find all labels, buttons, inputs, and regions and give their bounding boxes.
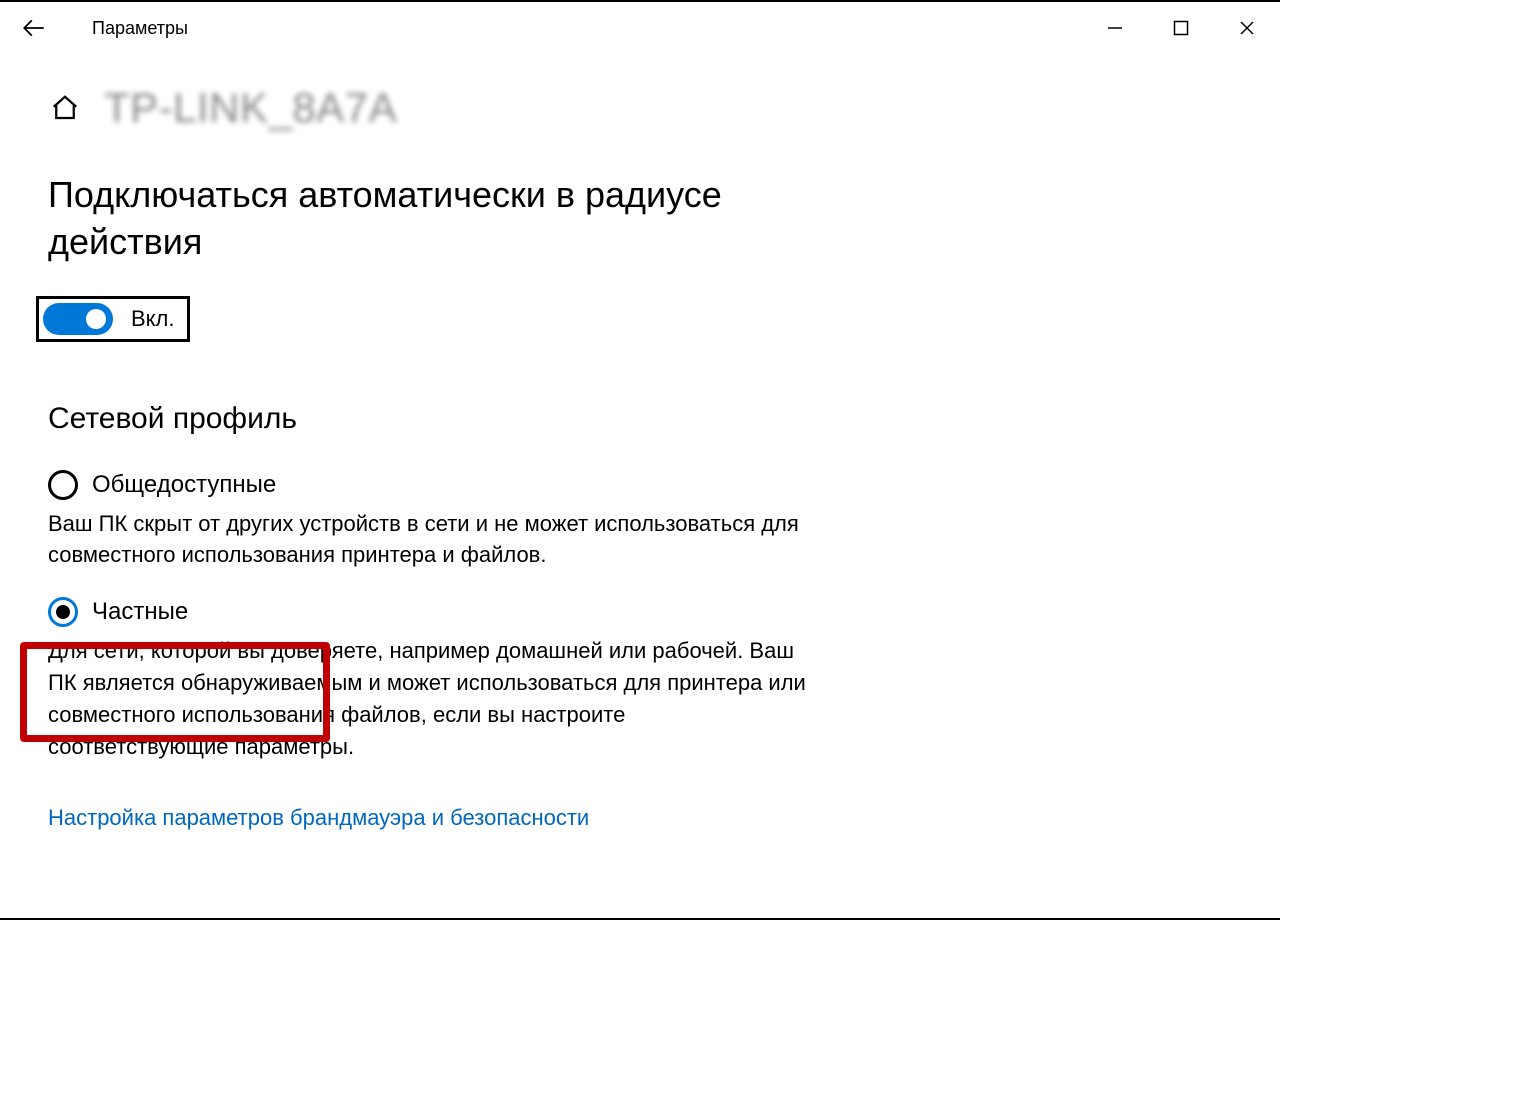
- radio-public-label: Общедоступные: [92, 471, 276, 499]
- toggle-state-label: Вкл.: [131, 306, 175, 332]
- minimize-button[interactable]: [1082, 2, 1148, 54]
- home-icon[interactable]: [48, 91, 82, 125]
- window-title: Параметры: [92, 18, 188, 39]
- back-button[interactable]: [20, 14, 48, 42]
- radio-private[interactable]: Частные: [48, 597, 1232, 627]
- auto-connect-toggle[interactable]: Вкл.: [36, 296, 190, 342]
- radio-icon-unselected: [48, 470, 78, 500]
- page-title: TP-LINK_8A7A: [104, 84, 397, 132]
- settings-window: Параметры TP-LINK_8A7A Подключатьс: [0, 0, 1280, 920]
- network-profile-heading: Сетевой профиль: [48, 402, 1232, 436]
- firewall-settings-link[interactable]: Настройка параметров брандмауэра и безоп…: [48, 805, 589, 831]
- radio-private-label: Частные: [92, 598, 188, 626]
- titlebar: Параметры: [0, 2, 1280, 54]
- toggle-switch-icon: [43, 303, 113, 335]
- maximize-button[interactable]: [1148, 2, 1214, 54]
- radio-public[interactable]: Общедоступные: [48, 470, 1232, 500]
- auto-connect-heading: Подключаться автоматически в радиусе дей…: [48, 172, 748, 266]
- radio-icon-selected: [48, 597, 78, 627]
- close-button[interactable]: [1214, 2, 1280, 54]
- radio-private-description: Для сети, которой вы доверяете, например…: [48, 635, 808, 763]
- radio-public-description: Ваш ПК скрыт от других устройств в сети …: [48, 508, 808, 572]
